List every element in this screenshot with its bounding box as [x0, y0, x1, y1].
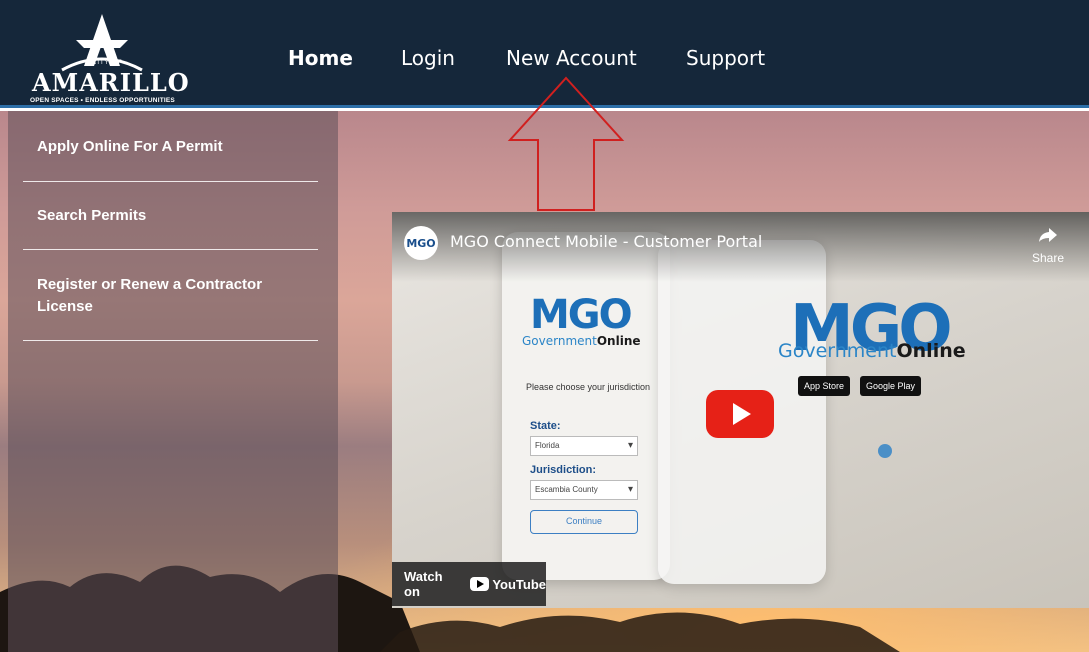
choose-jurisdiction-text: Please choose your jurisdiction	[526, 382, 651, 392]
share-icon	[1039, 228, 1057, 242]
sidebar-divider	[23, 249, 318, 250]
sidebar-item-apply-permit[interactable]: Apply Online For A Permit	[37, 136, 307, 158]
channel-avatar[interactable]: MGO	[404, 226, 438, 260]
watch-on-youtube-button[interactable]: Watch on YouTube	[392, 562, 546, 606]
nav-new-account[interactable]: New Account	[506, 46, 637, 70]
youtube-icon	[469, 577, 490, 591]
sidebar-divider	[23, 340, 318, 341]
logo-city-label: CITY OF	[92, 60, 123, 66]
state-select: Florida	[530, 436, 638, 456]
jurisdiction-select: Escambia County	[530, 480, 638, 500]
mgo-logo-small: MGO	[530, 292, 633, 338]
government-online-large: GovernmentOnline	[778, 340, 966, 362]
nav-support[interactable]: Support	[686, 46, 765, 70]
share-label: Share	[1031, 251, 1065, 265]
cursor-dot	[878, 444, 892, 458]
nav-login[interactable]: Login	[401, 46, 455, 70]
sidebar-divider	[23, 181, 318, 182]
google-play-badge: Google Play	[860, 376, 922, 396]
annotation-arrow-icon	[507, 76, 625, 211]
play-icon	[733, 403, 751, 425]
sidebar: Apply Online For A Permit Search Permits…	[8, 111, 338, 652]
share-button[interactable]: Share	[1028, 226, 1068, 265]
app-store-badge: App Store	[798, 376, 851, 396]
logo-tagline: OPEN SPACES • ENDLESS OPPORTUNITIES	[30, 97, 175, 104]
video-player[interactable]: MGO GovernmentOnline Please choose your …	[392, 212, 1089, 608]
watch-on-label: Watch on	[404, 569, 443, 599]
continue-button-preview: Continue	[530, 510, 638, 534]
government-online-text: GovernmentOnline	[522, 334, 641, 348]
state-label: State:	[530, 420, 561, 432]
sidebar-item-contractor-license[interactable]: Register or Renew a Contractor License	[37, 274, 307, 318]
phone-mockup-left: MGO GovernmentOnline Please choose your …	[502, 232, 670, 580]
video-title[interactable]: MGO Connect Mobile - Customer Portal	[450, 232, 762, 251]
jurisdiction-label: Jurisdiction:	[530, 464, 597, 476]
logo-name: AMARILLO	[32, 68, 190, 97]
nav-home[interactable]: Home	[288, 46, 353, 70]
play-button[interactable]	[706, 390, 774, 438]
youtube-label: YouTube	[492, 576, 546, 592]
amarillo-logo[interactable]: CITY OF AMARILLO OPEN SPACES • ENDLESS O…	[22, 8, 190, 104]
sidebar-item-search-permits[interactable]: Search Permits	[37, 205, 307, 227]
